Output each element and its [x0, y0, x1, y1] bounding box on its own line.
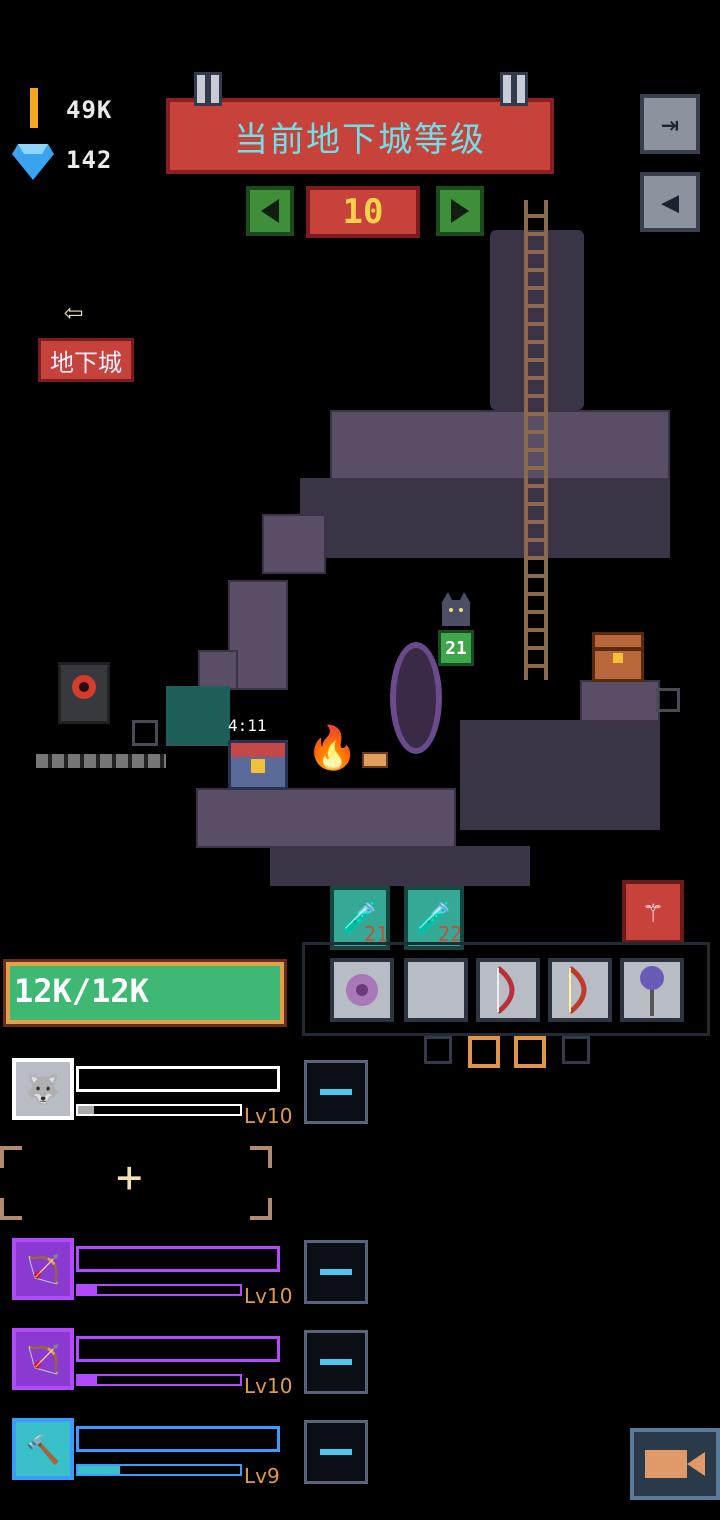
hero-level: Lv10	[244, 1104, 293, 1128]
hero-level: Lv9	[244, 1464, 280, 1488]
skill-staff-button[interactable]: ⚚	[622, 880, 684, 944]
right-triangle-icon	[451, 199, 469, 223]
dungeon-button[interactable]: 地下城	[38, 338, 134, 382]
rail-track	[36, 754, 166, 768]
staff-icon: ⚚	[644, 895, 662, 929]
gold-amount: 49K	[66, 96, 113, 124]
gem-icon	[12, 140, 54, 180]
hero-skill-4[interactable]	[304, 1420, 368, 1484]
banner-title: 当前地下城等级	[234, 119, 486, 160]
ladder[interactable]	[524, 200, 548, 680]
next-level-button[interactable]	[436, 186, 484, 236]
hero-avatar-icon: 🔨	[12, 1418, 74, 1480]
gold-icon	[30, 88, 38, 128]
camera-button[interactable]	[630, 1428, 720, 1500]
exit-button[interactable]: ⇥	[640, 94, 700, 154]
cat-level-badge: 21	[438, 630, 474, 666]
hero-hp-bar	[76, 1336, 280, 1362]
camera-icon	[645, 1450, 705, 1478]
hero-avatar-icon: 🐺	[12, 1058, 74, 1120]
campfire-icon[interactable]: 🔥	[306, 718, 358, 778]
cave-right-floor	[460, 720, 660, 830]
hero-avatar-icon: 🏹	[12, 1328, 74, 1390]
teal-block	[166, 686, 230, 746]
left-triangle-icon	[261, 199, 279, 223]
hero-avatar-icon: 🏹	[12, 1238, 74, 1300]
equip-slot-4[interactable]	[548, 958, 612, 1022]
hero-level: Lv10	[244, 1374, 293, 1398]
prev-level-button[interactable]	[246, 186, 294, 236]
treasure-chest[interactable]	[592, 632, 644, 682]
cave-upper-wall	[300, 478, 670, 558]
hero-hp-bar	[76, 1426, 280, 1452]
cave-floor-under	[270, 846, 530, 886]
back-arrow-icon[interactable]: ⇦	[64, 295, 104, 327]
cave-rock-small	[198, 650, 238, 690]
slot-dot-2[interactable]	[468, 1036, 500, 1068]
gem-amount: 142	[66, 146, 113, 174]
game-screen: 49K 142 当前地下城等级 10 ⇥ ◀ ⇦ 地下城 4:11 🔥 21 1…	[0, 0, 720, 1520]
exit-door-icon: ⇥	[660, 106, 680, 142]
equip-slot-3[interactable]	[476, 958, 540, 1022]
hero-xp-bar	[76, 1284, 242, 1296]
hero-hp-bar	[76, 1066, 280, 1092]
cave-rock	[262, 514, 326, 574]
slot-dot-3[interactable]	[514, 1036, 546, 1068]
slot-dot-4[interactable]	[562, 1036, 590, 1064]
portal[interactable]	[390, 642, 442, 754]
hero-skill-3[interactable]	[304, 1330, 368, 1394]
signpost[interactable]	[362, 752, 388, 768]
hero-xp-bar	[76, 1464, 242, 1476]
hero-xp-bar	[76, 1104, 242, 1116]
hero-xp-bar	[76, 1374, 242, 1386]
speaker-icon: ◀	[660, 184, 680, 220]
cave-floor	[196, 788, 456, 848]
small-switch[interactable]	[132, 720, 158, 746]
hero-level: Lv10	[244, 1284, 293, 1308]
level-value: 10	[306, 186, 420, 238]
add-hero-plus: +	[116, 1152, 143, 1203]
altar-machine[interactable]	[58, 662, 110, 724]
equip-slot-2[interactable]	[404, 958, 468, 1022]
slot-dot-1[interactable]	[424, 1036, 452, 1064]
small-switch-right[interactable]	[656, 688, 680, 712]
hero-hp-bar	[76, 1246, 280, 1272]
equip-slot-5[interactable]	[620, 958, 684, 1022]
equip-slot-1[interactable]	[330, 958, 394, 1022]
hero-skill-2[interactable]	[304, 1240, 368, 1304]
player-hp-text: 12K/12K	[14, 972, 149, 1010]
locked-chest[interactable]	[228, 740, 288, 790]
chest-timer: 4:11	[228, 716, 267, 735]
cave-ceiling	[330, 410, 670, 480]
hero-skill-1[interactable]	[304, 1060, 368, 1124]
add-hero-slot[interactable]: +	[0, 1146, 272, 1220]
sound-button[interactable]: ◀	[640, 172, 700, 232]
cat-icon[interactable]	[438, 592, 474, 626]
